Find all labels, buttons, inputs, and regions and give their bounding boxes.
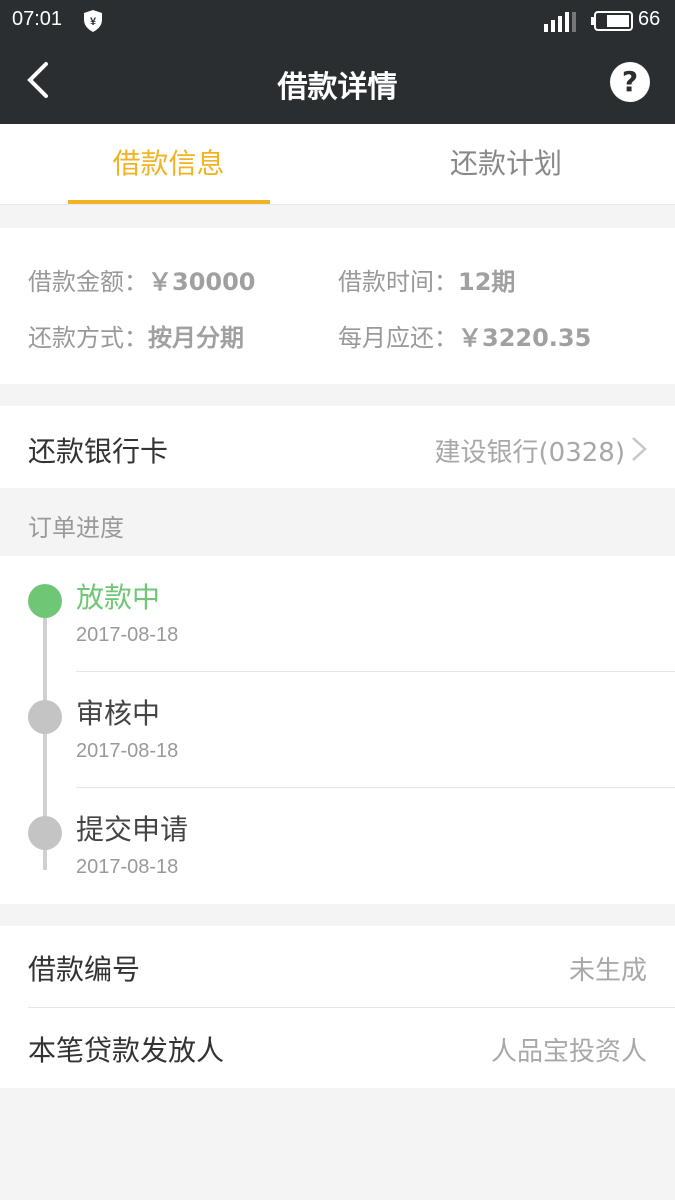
step-title-disbursing: 放款中 — [76, 581, 161, 614]
active-tab-indicator — [68, 200, 270, 204]
tab-bar: 借款信息 还款计划 — [0, 124, 675, 205]
loan-amount-label: 借款金额： — [28, 268, 148, 296]
loan-term-value: 12期 — [458, 268, 516, 296]
help-icon[interactable]: ? — [610, 62, 650, 102]
order-progress-timeline: 放款中 2017-08-18 审核中 2017-08-18 提交申请 2017-… — [0, 556, 675, 904]
status-bar: 07:01 ¥ 66 — [0, 0, 675, 42]
meta-divider — [28, 1007, 675, 1008]
loan-number-value: 未生成 — [568, 956, 647, 986]
lender-value: 人品宝投资人 — [490, 1037, 647, 1067]
repay-method-label: 还款方式： — [28, 324, 148, 352]
tab-repay-plan[interactable]: 还款计划 — [337, 124, 675, 204]
repay-bank-card-label: 还款银行卡 — [28, 435, 169, 468]
monthly-payment: 每月应还：￥3220.35 — [338, 318, 591, 353]
repay-bank-card-row[interactable]: 还款银行卡 建设银行(0328) — [0, 406, 675, 488]
loan-amount: 借款金额：￥30000 — [28, 262, 256, 297]
step-date: 2017-08-18 — [76, 740, 179, 762]
step-divider — [76, 787, 675, 788]
step-title-reviewing: 审核中 — [76, 697, 161, 730]
status-time: 07:01 — [12, 8, 63, 30]
lender-label: 本笔贷款发放人 — [28, 1034, 225, 1067]
loan-info-panel: 借款金额：￥30000 借款时间：12期 还款方式：按月分期 每月应还：￥322… — [0, 228, 675, 384]
step-date: 2017-08-18 — [76, 856, 179, 878]
battery-level: 66 — [638, 8, 661, 30]
loan-amount-value: ￥30000 — [148, 268, 256, 296]
page-title: 借款详情 — [277, 70, 398, 105]
order-progress-heading: 订单进度 — [28, 514, 124, 542]
timeline-dot-active — [28, 584, 62, 618]
battery-icon — [591, 11, 633, 31]
signal-icon — [544, 12, 576, 32]
shield-icon: ¥ — [84, 10, 102, 32]
loan-term: 借款时间：12期 — [338, 262, 515, 297]
timeline-dot — [28, 700, 62, 734]
repay-bank-card-value: 建设银行(0328) — [434, 438, 625, 468]
step-title-submitted: 提交申请 — [76, 813, 189, 846]
loan-term-label: 借款时间： — [338, 268, 458, 296]
monthly-payment-value: ￥3220.35 — [458, 324, 592, 352]
timeline-dot — [28, 816, 62, 850]
monthly-payment-label: 每月应还： — [338, 324, 458, 352]
step-date: 2017-08-18 — [76, 624, 179, 646]
repay-method: 还款方式：按月分期 — [28, 318, 244, 353]
svg-text:¥: ¥ — [90, 16, 97, 28]
loan-number-label: 借款编号 — [28, 953, 141, 986]
repay-method-value: 按月分期 — [148, 324, 244, 352]
loan-meta-panel: 借款编号 未生成 本笔贷款发放人 人品宝投资人 — [0, 926, 675, 1088]
navbar: 借款详情 ? — [0, 42, 675, 124]
tab-loan-info[interactable]: 借款信息 — [0, 124, 337, 204]
chevron-right-icon — [632, 437, 647, 461]
step-divider — [76, 671, 675, 672]
